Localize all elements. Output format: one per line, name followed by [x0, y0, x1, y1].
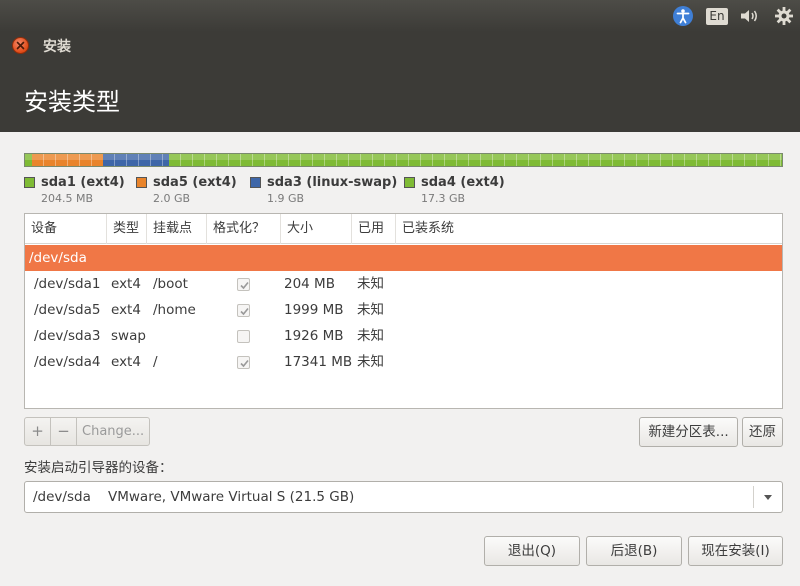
- legend-swatch: [404, 177, 415, 188]
- bootloader-device-select[interactable]: /dev/sda VMware, VMware Virtual S (21.5 …: [24, 481, 783, 513]
- table-row-device[interactable]: /dev/sda: [25, 245, 782, 271]
- add-partition-button[interactable]: +: [25, 418, 51, 445]
- cell-type: ext4: [111, 354, 141, 370]
- window-title: 安装: [43, 39, 71, 55]
- new-partition-table-button[interactable]: 新建分区表...: [639, 417, 738, 447]
- legend-swatch: [250, 177, 261, 188]
- cell-used: 未知: [357, 354, 384, 370]
- cell-size: 1999 MB: [284, 302, 344, 318]
- column-header-mount[interactable]: 挂载点: [147, 214, 207, 244]
- cell-used: 未知: [357, 302, 384, 318]
- cell-mount: /home: [153, 302, 196, 318]
- back-button[interactable]: 后退(B): [586, 536, 682, 566]
- cell-mount: /: [153, 354, 158, 370]
- keyboard-layout-icon[interactable]: En: [705, 4, 729, 28]
- legend-size: 1.9 GB: [267, 192, 305, 205]
- table-row[interactable]: /dev/sda5 ext4/home 1999 MB 未知: [25, 297, 782, 323]
- gear-icon[interactable]: [771, 4, 797, 28]
- partition-table[interactable]: 设备 类型 挂载点 格式化？ 大小 已用 已装系统 /dev/sda /dev/…: [24, 213, 783, 409]
- cell-size: 204 MB: [284, 276, 335, 292]
- top-panel: En: [0, 0, 800, 32]
- column-header-device[interactable]: 设备: [25, 214, 107, 244]
- column-header-size[interactable]: 大小: [281, 214, 352, 244]
- legend-swatch: [24, 177, 35, 188]
- cell-type: swap: [111, 328, 146, 344]
- close-icon: [16, 41, 25, 50]
- legend-size: 17.3 GB: [421, 192, 466, 205]
- format-checkbox[interactable]: [237, 278, 250, 291]
- install-now-button[interactable]: 现在安装(I): [688, 536, 783, 566]
- page-header: 安装类型: [0, 58, 800, 132]
- legend-size: 2.0 GB: [153, 192, 191, 205]
- partition-bar-segment-sda4: [169, 154, 782, 166]
- partition-bar-segment-sda5: [32, 154, 103, 166]
- cell-size: 17341 MB: [284, 354, 353, 370]
- format-checkbox[interactable]: [237, 304, 250, 317]
- column-header-format[interactable]: 格式化？: [207, 214, 281, 244]
- legend-name: sda1 (ext4): [41, 175, 125, 190]
- cell-size: 1926 MB: [284, 328, 344, 344]
- column-header-type[interactable]: 类型: [107, 214, 147, 244]
- partition-toolbar: + − Change...: [24, 417, 151, 446]
- language-indicator: En: [706, 7, 728, 25]
- cell-device: /dev/sda4: [34, 354, 101, 370]
- page-title: 安装类型: [24, 88, 120, 116]
- remove-partition-button[interactable]: −: [51, 418, 77, 445]
- close-button[interactable]: [12, 37, 29, 54]
- cell-device: /dev/sda1: [34, 276, 101, 292]
- partition-bar-segment-sda1: [25, 154, 33, 166]
- legend-swatch: [136, 177, 147, 188]
- legend-size: 204.5 MB: [41, 192, 94, 205]
- table-row[interactable]: /dev/sda1 ext4/boot 204 MB 未知: [25, 271, 782, 297]
- column-header-system[interactable]: 已装系统: [396, 214, 782, 244]
- table-header: 设备 类型 挂载点 格式化？ 大小 已用 已装系统: [25, 214, 782, 244]
- accessibility-icon[interactable]: [671, 4, 695, 28]
- select-divider: [753, 486, 754, 508]
- column-header-used[interactable]: 已用: [352, 214, 396, 244]
- bootloader-selected-value: /dev/sda VMware, VMware Virtual S (21.5 …: [33, 489, 355, 505]
- cell-device: /dev/sda3: [34, 328, 101, 344]
- window-titlebar: 安装: [0, 32, 800, 58]
- cell-device: /dev/sda5: [34, 302, 101, 318]
- partition-bar-segment-sda3: [102, 154, 170, 166]
- legend-name: sda4 (ext4): [421, 175, 505, 190]
- device-label: /dev/sda: [29, 250, 87, 266]
- revert-button[interactable]: 还原: [742, 417, 783, 447]
- legend-name: sda5 (ext4): [153, 175, 237, 190]
- dropdown-arrow-icon: [764, 495, 772, 500]
- format-checkbox[interactable]: [237, 330, 250, 343]
- table-row[interactable]: /dev/sda4 ext4 / 17341 MB 未知: [25, 349, 782, 375]
- table-row[interactable]: /dev/sda3 swap 1926 MB 未知: [25, 323, 782, 349]
- change-partition-button[interactable]: Change...: [77, 418, 149, 445]
- quit-button[interactable]: 退出(Q): [484, 536, 580, 566]
- partition-legend: sda1 (ext4) 204.5 MB sda5 (ext4) 2.0 GB sda3…: [24, 175, 784, 205]
- cell-type: ext4: [111, 302, 141, 318]
- volume-icon[interactable]: [737, 4, 763, 28]
- cell-mount: /boot: [153, 276, 188, 292]
- cell-type: ext4: [111, 276, 141, 292]
- format-checkbox[interactable]: [237, 356, 250, 369]
- legend-name: sda3 (linux-swap): [267, 175, 398, 190]
- main-content: sda1 (ext4) 204.5 MB sda5 (ext4) 2.0 GB sda3…: [0, 132, 800, 586]
- bootloader-label: 安装启动引导器的设备：: [24, 460, 173, 476]
- cell-used: 未知: [357, 328, 384, 344]
- partition-bar: [24, 153, 783, 167]
- cell-used: 未知: [357, 276, 384, 292]
